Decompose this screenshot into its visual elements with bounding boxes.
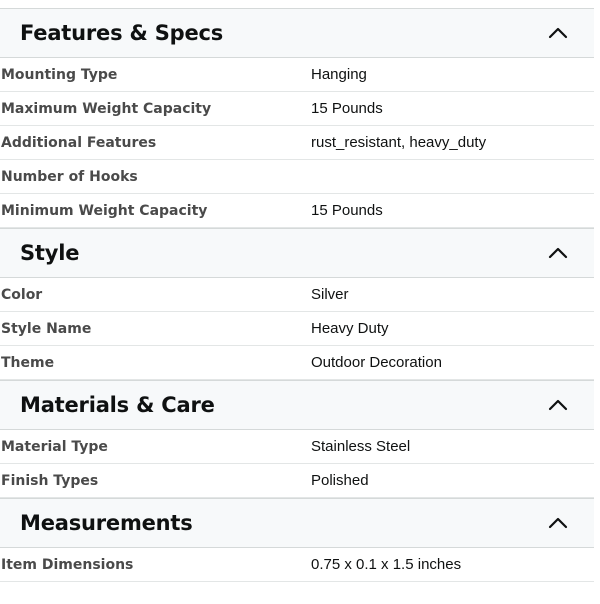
spec-label: Number of Hooks [1,168,138,185]
spec-row-min-weight: Minimum Weight Capacity 15 Pounds [0,194,594,228]
section-title: Features & Specs [20,21,224,45]
spec-label: Mounting Type [1,66,118,83]
spec-label: Additional Features [1,134,157,151]
spec-label: Color [1,286,43,303]
chevron-up-icon[interactable] [538,503,578,543]
spec-label: Maximum Weight Capacity [1,100,212,117]
spec-row-item-dimensions: Item Dimensions 0.75 x 0.1 x 1.5 inches [0,548,594,582]
spec-value: Silver [311,286,349,303]
spec-row-material-type: Material Type Stainless Steel [0,430,594,464]
section-title: Measurements [20,511,193,535]
spec-label: Theme [1,354,55,371]
section-header-style[interactable]: Style [0,228,594,278]
section-header-measurements[interactable]: Measurements [0,498,594,548]
spec-label: Style Name [1,320,92,337]
spec-value: rust_resistant, heavy_duty [311,134,487,151]
spec-value: 0.75 x 0.1 x 1.5 inches [311,556,462,573]
chevron-up-icon[interactable] [538,13,578,53]
spec-value: Stainless Steel [311,438,411,455]
spec-row-mounting-type: Mounting Type Hanging [0,58,594,92]
spec-label: Item Dimensions [1,556,134,573]
spec-value: Heavy Duty [311,320,389,337]
spec-row-theme: Theme Outdoor Decoration [0,346,594,380]
spec-row-style-name: Style Name Heavy Duty [0,312,594,346]
chevron-up-icon[interactable] [538,385,578,425]
spec-row-number-of-hooks: Number of Hooks [0,160,594,194]
spec-value: Outdoor Decoration [311,354,442,371]
section-title: Style [20,241,80,265]
spec-label: Material Type [1,438,108,455]
spec-row-max-weight: Maximum Weight Capacity 15 Pounds [0,92,594,126]
spec-row-color: Color Silver [0,278,594,312]
product-details-accordion: Features & Specs Mounting Type Hanging M… [0,8,594,582]
section-header-materials-care[interactable]: Materials & Care [0,380,594,430]
spec-value: Hanging [311,66,367,83]
spec-value: Polished [311,472,369,489]
section-title: Materials & Care [20,393,215,417]
spec-label: Minimum Weight Capacity [1,202,208,219]
spec-value: 15 Pounds [311,202,383,219]
spec-label: Finish Types [1,472,99,489]
spec-row-additional-features: Additional Features rust_resistant, heav… [0,126,594,160]
spec-value: 15 Pounds [311,100,383,117]
chevron-up-icon[interactable] [538,233,578,273]
section-header-features-specs[interactable]: Features & Specs [0,8,594,58]
spec-row-finish-types: Finish Types Polished [0,464,594,498]
